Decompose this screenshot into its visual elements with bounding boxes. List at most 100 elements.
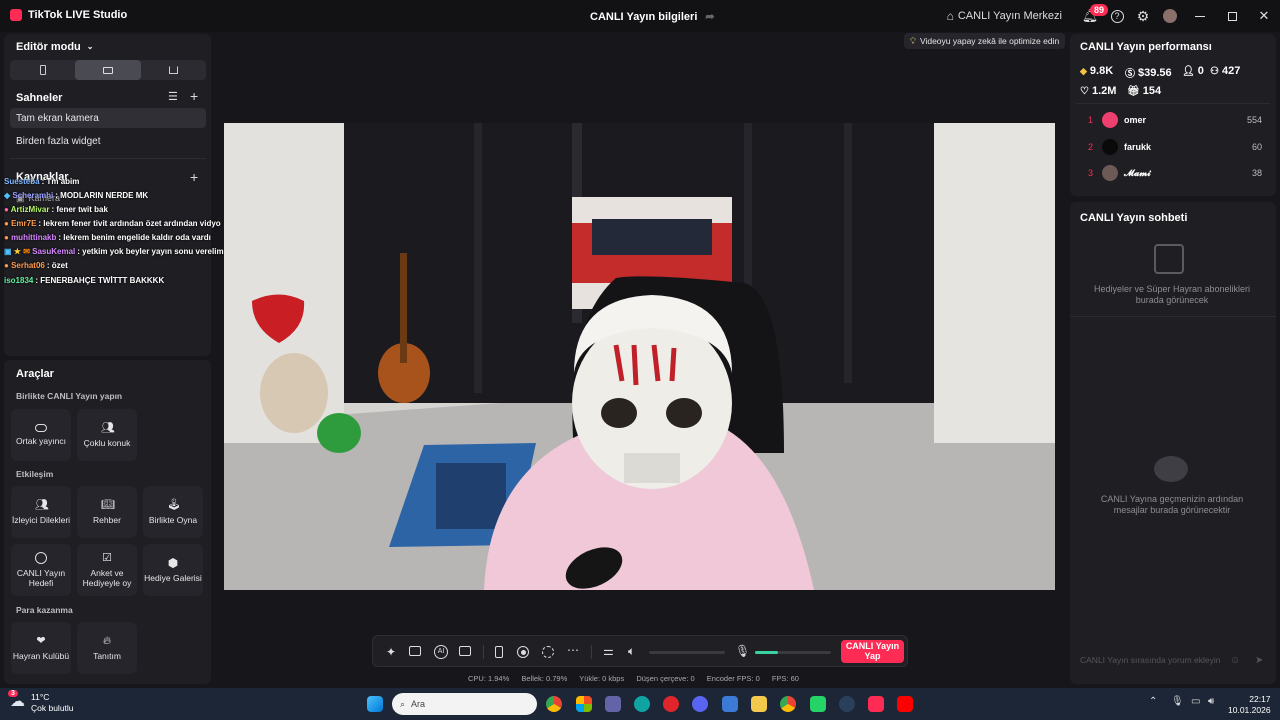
capture-icon[interactable] bbox=[542, 646, 554, 658]
close-button[interactable]: ✕ bbox=[1248, 0, 1280, 32]
profile-avatar[interactable] bbox=[1156, 0, 1184, 32]
top-gifter-row[interactable]: 1 omer 554 bbox=[1080, 111, 1262, 131]
hexagon-star-icon: ⬢ bbox=[167, 556, 179, 570]
gift-gallery-tool[interactable]: ⬢ Hediye Galerisi bbox=[143, 544, 203, 596]
send-icon[interactable]: ➤ bbox=[1255, 655, 1263, 666]
tiktok-studio-icon[interactable] bbox=[868, 696, 884, 712]
network-icon[interactable]: ▭ bbox=[1191, 696, 1200, 707]
live-info-title[interactable]: CANLI Yayın bilgileri ➦ bbox=[590, 10, 715, 24]
edge-icon[interactable] bbox=[634, 696, 650, 712]
youtube-icon[interactable] bbox=[897, 696, 913, 712]
comment-input[interactable]: CANLI Yayın sırasında yorum ekleyin bbox=[1076, 650, 1248, 670]
landscape-mode-button[interactable] bbox=[75, 60, 141, 80]
mic-level-slider[interactable] bbox=[755, 651, 831, 654]
record-icon[interactable] bbox=[517, 646, 529, 658]
chrome-active-icon[interactable] bbox=[780, 696, 796, 712]
clock[interactable]: 22:17 10.01.2026 bbox=[1228, 694, 1271, 716]
guide-tool[interactable]: 📖︎ Rehber bbox=[77, 486, 137, 538]
play-together-tool[interactable]: 🕹︎ Birlikte Oyna bbox=[143, 486, 203, 538]
diamond-icon: ◆ bbox=[1080, 65, 1087, 76]
minimize-icon bbox=[1195, 15, 1205, 17]
phone-icon[interactable] bbox=[495, 646, 503, 658]
speaker-icon[interactable]: 🔈︎ bbox=[628, 645, 642, 659]
viewers-stat: ⚇ 427 bbox=[1210, 65, 1241, 77]
screen-share-icon[interactable] bbox=[409, 646, 421, 656]
divider bbox=[1076, 103, 1270, 104]
messaging-app-icon[interactable] bbox=[810, 696, 826, 712]
folder-icon[interactable] bbox=[751, 696, 767, 712]
windows-start-icon[interactable] bbox=[367, 696, 383, 712]
discord-icon[interactable] bbox=[692, 696, 708, 712]
camera-scene-image bbox=[224, 123, 1055, 590]
interaction-label: Etkileşim bbox=[16, 469, 54, 479]
heart-icon: ♡ bbox=[1080, 85, 1089, 97]
emoji-icon[interactable]: ☺ bbox=[1230, 655, 1240, 666]
live-center-button[interactable]: ⌂ CANLI Yayın Merkezi bbox=[947, 0, 1076, 32]
viewer-wishes-tool[interactable]: 👥︎ İzleyici Dilekleri bbox=[11, 486, 71, 538]
sliders-icon[interactable]: ⚌ bbox=[603, 645, 617, 659]
magic-wand-icon[interactable]: ✦ bbox=[384, 645, 398, 659]
teams-icon[interactable] bbox=[605, 696, 621, 712]
more-icon[interactable]: ⋯ bbox=[567, 644, 581, 659]
chat-panel bbox=[1070, 202, 1276, 684]
notifications-button[interactable]: 🔔︎ 89 bbox=[1076, 0, 1109, 32]
avatar bbox=[1102, 112, 1118, 128]
portrait-mode-button[interactable] bbox=[10, 60, 75, 80]
steam-icon[interactable] bbox=[839, 696, 855, 712]
target-icon bbox=[35, 552, 47, 564]
divider bbox=[483, 645, 484, 659]
go-live-button[interactable]: CANLI Yayın Yap bbox=[841, 640, 904, 663]
rotate-mode-button[interactable] bbox=[141, 60, 206, 80]
scene-item-multi-widget[interactable]: Birden fazla widget bbox=[10, 131, 206, 151]
settings-button[interactable]: ⚙ bbox=[1130, 0, 1156, 32]
minimize-button[interactable] bbox=[1184, 0, 1216, 32]
maximize-button[interactable] bbox=[1216, 0, 1248, 32]
windows-taskbar: ☁ 3 11°C Çok bulutlu ⌕ Ara ⌃ 🎙︎ ▭ 🔊︎ 22:1… bbox=[0, 688, 1280, 720]
gifts-stat: 🎁︎ 154 bbox=[1127, 85, 1162, 97]
gear-icon: ⚙ bbox=[1136, 7, 1150, 24]
add-source-icon[interactable]: + bbox=[190, 169, 198, 185]
orientation-toggle bbox=[10, 60, 206, 80]
diamonds-stat: ◆ 9.8K bbox=[1080, 65, 1114, 77]
opera-icon[interactable] bbox=[663, 696, 679, 712]
dollar-icon: Ⓢ bbox=[1125, 69, 1135, 80]
top-gifter-row[interactable]: 3 𝓜𝓪𝓶𝓲 38 bbox=[1080, 164, 1262, 184]
weather-widget[interactable]: ☁ 3 11°C Çok bulutlu bbox=[8, 690, 74, 714]
list-icon[interactable]: ☰ bbox=[168, 90, 178, 103]
heart-shield-icon: ❤ bbox=[36, 635, 46, 647]
chat-overlay-line: ▣ ★ ✉ SasuKemal: yetkim yok beyler yayın… bbox=[4, 247, 262, 256]
promote-tool[interactable]: 🔥︎ Tanıtım bbox=[77, 622, 137, 674]
lightbulb-icon: 💡︎ bbox=[910, 35, 916, 46]
volume-icon[interactable]: 🔊︎ bbox=[1208, 696, 1214, 707]
joystick-icon: 🕹︎ bbox=[167, 499, 181, 511]
add-scene-icon[interactable] bbox=[459, 646, 471, 656]
microphone-icon[interactable]: 🎙︎ bbox=[735, 645, 750, 659]
divider bbox=[1070, 316, 1276, 317]
tiktok-logo-icon bbox=[10, 9, 22, 21]
add-scene-icon[interactable]: + bbox=[190, 88, 198, 104]
mail-icon[interactable] bbox=[722, 696, 738, 712]
co-host-tool[interactable]: Ortak yayıncı bbox=[11, 409, 71, 461]
ai-icon[interactable]: AI bbox=[434, 645, 448, 659]
scene-item-full-camera[interactable]: Tam ekran kamera bbox=[10, 108, 206, 128]
fan-club-tool[interactable]: ❤ Hayran Kulübü bbox=[11, 622, 71, 674]
chat-empty-text: CANLI Yayına geçmenizin ardından mesajla… bbox=[1100, 494, 1244, 515]
chrome-icon[interactable] bbox=[546, 696, 562, 712]
scenes-title: Sahneler bbox=[16, 92, 63, 104]
viewers-icon: ⚇ bbox=[1210, 65, 1219, 77]
editor-mode-dropdown[interactable]: Editör modu ⌄ bbox=[16, 41, 93, 53]
multi-guest-tool[interactable]: 👥︎ Çoklu konuk bbox=[77, 409, 137, 461]
top-gifter-row[interactable]: 2 farukk 60 bbox=[1080, 138, 1262, 158]
avatar bbox=[1163, 9, 1177, 23]
help-button[interactable]: ? bbox=[1104, 0, 1130, 32]
poll-tool[interactable]: ☑ Anket ve Hediyeyle oy bbox=[77, 544, 137, 596]
taskbar-search-input[interactable]: ⌕ Ara bbox=[392, 693, 537, 715]
tray-chevron-icon[interactable]: ⌃ bbox=[1149, 696, 1157, 707]
ai-optimize-hint[interactable]: 💡︎ Videoyu yapay zekâ ile optimize edin bbox=[904, 33, 1066, 49]
photos-icon[interactable] bbox=[576, 696, 592, 712]
volume-slider[interactable] bbox=[649, 651, 725, 654]
chat-overlay-line: ● ArtizMivar: fener twit bak bbox=[4, 205, 108, 214]
live-goal-tool[interactable]: CANLI Yayın Hedefi bbox=[11, 544, 71, 596]
divider bbox=[591, 645, 592, 659]
tray-mic-icon[interactable]: 🎙︎ bbox=[1171, 696, 1184, 707]
